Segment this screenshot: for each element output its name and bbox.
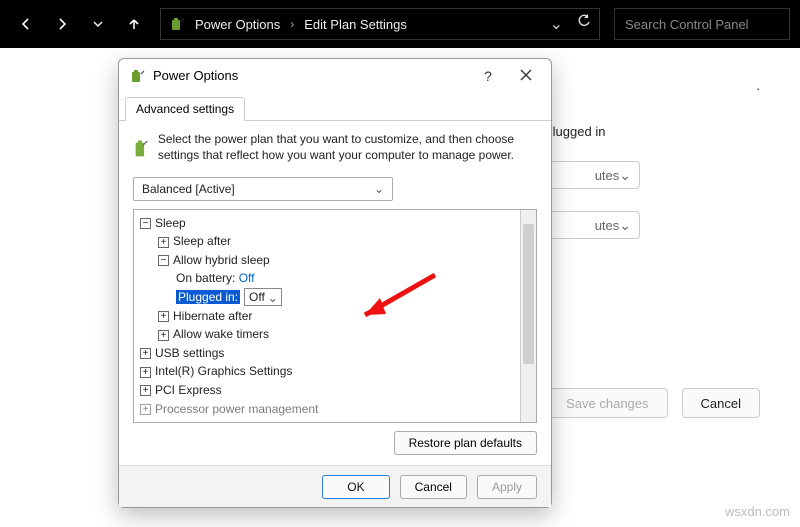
plugged-in-label: Plugged in — [544, 124, 605, 139]
search-input[interactable] — [625, 17, 779, 32]
expand-icon[interactable]: + — [140, 385, 151, 396]
power-icon — [169, 16, 185, 32]
up-button[interactable] — [118, 8, 150, 40]
collapse-icon[interactable]: − — [158, 255, 169, 266]
expand-icon[interactable]: + — [140, 348, 151, 359]
tab-strip: Advanced settings — [119, 93, 551, 121]
breadcrumb-root[interactable]: Power Options — [195, 17, 280, 32]
expand-icon[interactable]: + — [140, 404, 151, 415]
breadcrumb-leaf[interactable]: Edit Plan Settings — [304, 17, 407, 32]
expand-icon[interactable]: + — [140, 367, 151, 378]
plugged-in-value-select[interactable]: Off — [244, 288, 282, 306]
tree-intel[interactable]: Intel(R) Graphics Settings — [155, 364, 292, 378]
refresh-icon[interactable] — [577, 14, 591, 28]
plugged-in-label[interactable]: Plugged in: — [176, 290, 240, 304]
breadcrumb[interactable]: Power Options › Edit Plan Settings ⌄ — [160, 8, 600, 40]
forward-button[interactable] — [46, 8, 78, 40]
settings-tree[interactable]: −Sleep +Sleep after −Allow hybrid sleep … — [134, 210, 520, 423]
dialog-titlebar[interactable]: Power Options ? — [119, 59, 551, 93]
ok-button[interactable]: OK — [322, 475, 389, 499]
search-box[interactable] — [614, 8, 790, 40]
dialog-button-row: OK Cancel Apply — [119, 465, 551, 507]
tree-usb[interactable]: USB settings — [155, 346, 224, 360]
chevron-right-icon: › — [290, 17, 294, 31]
cancel-button[interactable]: Cancel — [682, 388, 760, 418]
tree-allow-hybrid[interactable]: Allow hybrid sleep — [173, 253, 270, 267]
tree-scrollbar[interactable] — [520, 210, 536, 423]
on-battery-label: On battery: — [176, 271, 235, 285]
expand-icon[interactable]: + — [158, 237, 169, 248]
close-button[interactable] — [511, 68, 541, 84]
tree-processor[interactable]: Processor power management — [155, 402, 318, 416]
apply-button[interactable]: Apply — [477, 475, 537, 499]
watermark: wsxdn.com — [725, 504, 790, 519]
expand-icon[interactable]: + — [158, 330, 169, 341]
restore-defaults-button[interactable]: Restore plan defaults — [394, 431, 537, 455]
power-plan-select[interactable]: Balanced [Active] — [133, 177, 393, 201]
tree-sleep[interactable]: Sleep — [155, 216, 186, 230]
tab-advanced-settings[interactable]: Advanced settings — [125, 97, 245, 121]
tree-hibernate-after[interactable]: Hibernate after — [173, 309, 252, 323]
dialog-intro: Select the power plan that you want to c… — [158, 131, 537, 167]
chevron-down-icon[interactable]: ⌄ — [550, 14, 563, 34]
battery-icon — [133, 131, 148, 167]
tree-sleep-after[interactable]: Sleep after — [173, 234, 231, 248]
help-button[interactable]: ? — [473, 68, 503, 84]
save-changes-button[interactable]: Save changes — [547, 388, 667, 418]
cancel-button[interactable]: Cancel — [400, 475, 467, 499]
dialog-title: Power Options — [153, 68, 238, 83]
tree-pci[interactable]: PCI Express — [155, 383, 222, 397]
power-icon — [129, 68, 145, 84]
collapse-icon[interactable]: − — [140, 218, 151, 229]
on-battery-value[interactable]: Off — [239, 271, 255, 285]
recent-dropdown[interactable] — [82, 8, 114, 40]
tree-allow-wake[interactable]: Allow wake timers — [173, 327, 269, 341]
scrollbar-thumb[interactable] — [523, 224, 534, 364]
back-button[interactable] — [10, 8, 42, 40]
expand-icon[interactable]: + — [158, 311, 169, 322]
power-options-dialog: Power Options ? Advanced settings Select… — [118, 58, 552, 508]
address-toolbar: Power Options › Edit Plan Settings ⌄ — [0, 0, 800, 48]
